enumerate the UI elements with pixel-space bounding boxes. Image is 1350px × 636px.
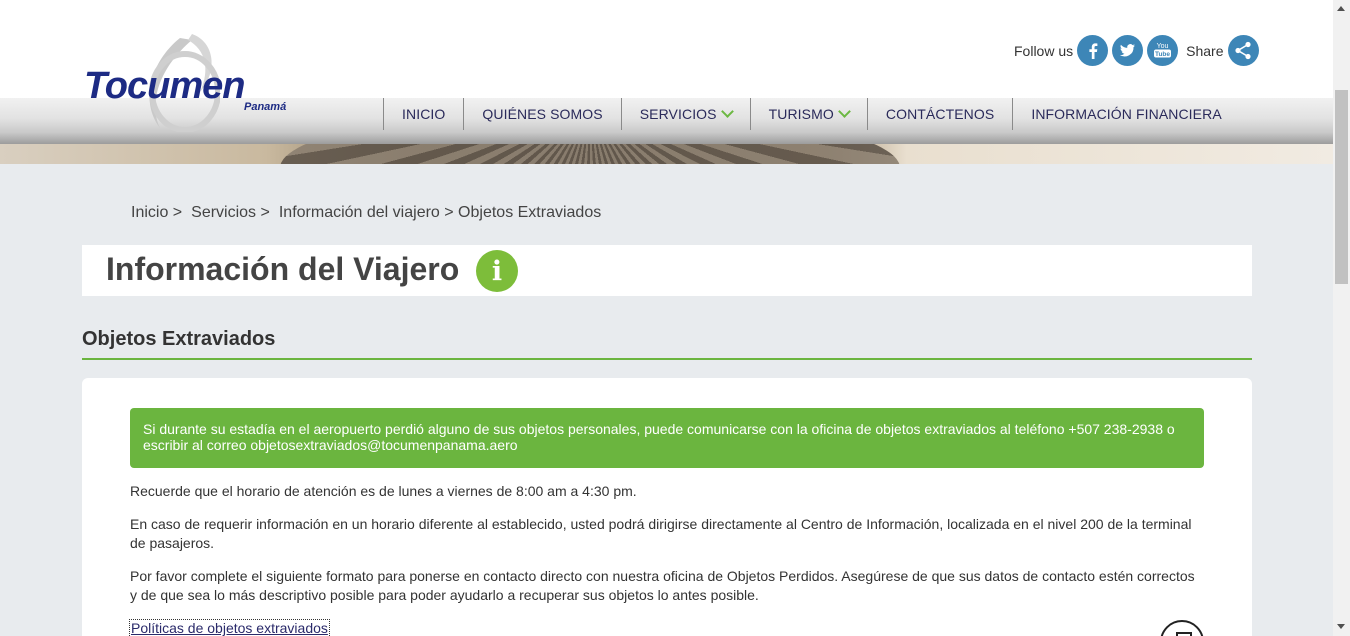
- share-label: Share: [1186, 42, 1224, 59]
- nav-item-turismo[interactable]: TURISMO: [749, 98, 867, 130]
- scroll-down-arrow-icon[interactable]: [1337, 624, 1345, 629]
- info-center-paragraph: En caso de requerir información en un ho…: [130, 516, 1192, 551]
- chevron-down-icon: [720, 105, 734, 118]
- scrollbar[interactable]: [1333, 0, 1350, 636]
- youtube-icon[interactable]: You Tube: [1147, 35, 1179, 66]
- nav-item-quienes-somos[interactable]: QUIÉNES SOMOS: [463, 98, 620, 130]
- chevron-down-icon: [838, 105, 851, 118]
- facebook-icon[interactable]: [1077, 35, 1109, 66]
- social-bar: Follow us You Tube Share: [1014, 35, 1259, 66]
- contact-alert: Si durante su estadía en el aeropuerto p…: [130, 408, 1204, 468]
- nav-label: SERVICIOS: [639, 106, 717, 122]
- breadcrumb-servicios[interactable]: Servicios >: [191, 204, 270, 222]
- follow-label: Follow us: [1014, 42, 1074, 59]
- policy-link[interactable]: Políticas de objetos extraviados: [129, 619, 330, 636]
- breadcrumb: Inicio > Servicios > Información del via…: [131, 204, 606, 222]
- nav-label: TURISMO: [768, 106, 834, 122]
- nav-label: INFORMACIÓN FINANCIERA: [1031, 106, 1222, 122]
- nav-item-informacion-financiera[interactable]: INFORMACIÓN FINANCIERA: [1012, 98, 1239, 130]
- breadcrumb-current[interactable]: Información del viajero > Objetos Extrav…: [279, 204, 601, 222]
- nav-label: INICIO: [402, 106, 446, 122]
- share-icon[interactable]: [1227, 35, 1259, 66]
- page-title-box: Información del Viajero i: [82, 245, 1252, 296]
- scroll-up-arrow-icon[interactable]: [1337, 6, 1345, 11]
- logo-text: Tocumen: [84, 65, 245, 107]
- nav-label: CONTÁCTENOS: [885, 106, 995, 122]
- nav-label: QUIÉNES SOMOS: [482, 106, 603, 122]
- logo-subtext: Panamá: [244, 101, 287, 113]
- info-icon: i: [476, 250, 518, 292]
- twitter-icon[interactable]: [1112, 35, 1144, 66]
- main-nav: INICIO QUIÉNES SOMOS SERVICIOS TURISMO C…: [383, 98, 1240, 132]
- svg-text:You: You: [1157, 43, 1169, 50]
- section-divider: [82, 358, 1252, 360]
- svg-text:Tube: Tube: [1155, 51, 1170, 58]
- content-card: Si durante su estadía en el aeropuerto p…: [82, 378, 1252, 636]
- nav-item-servicios[interactable]: SERVICIOS: [620, 98, 750, 130]
- page-title: Información del Viajero: [106, 251, 460, 287]
- site-header: Tocumen Panamá Follow us You Tube Share I…: [0, 0, 1333, 164]
- form-instructions-paragraph: Por favor complete el siguiente formato …: [130, 568, 1195, 603]
- hours-paragraph: Recuerde que el horario de atención es d…: [130, 483, 637, 499]
- nav-item-contactenos[interactable]: CONTÁCTENOS: [866, 98, 1012, 130]
- section-title: Objetos Extraviados: [82, 328, 276, 350]
- tocumen-logo[interactable]: Tocumen Panamá: [84, 28, 314, 138]
- nav-item-inicio[interactable]: INICIO: [383, 98, 463, 130]
- document-icon[interactable]: [1160, 620, 1204, 636]
- breadcrumb-inicio[interactable]: Inicio >: [131, 204, 182, 222]
- scrollbar-thumb[interactable]: [1335, 90, 1348, 284]
